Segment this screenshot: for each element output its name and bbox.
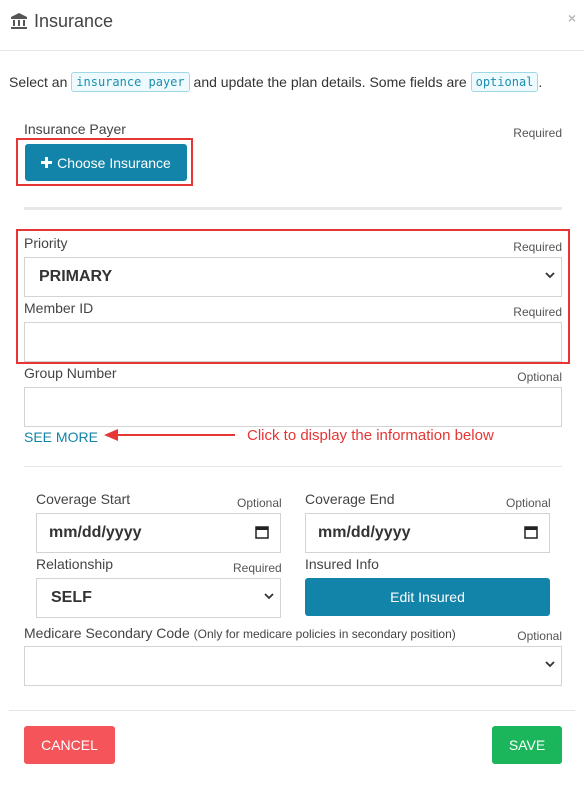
medicare-hint: (Only for medicare policies in secondary… [193,627,456,641]
group-number-label: Group Number [24,365,117,381]
medicare-label: Medicare Secondary Code (Only for medica… [24,625,456,641]
chevron-down-icon [545,272,555,279]
plus-icon [41,157,53,168]
choose-insurance-label: Choose Insurance [57,154,171,171]
intro-text: Select an insurance payer and update the… [9,72,542,92]
priority-value: PRIMARY [39,268,113,285]
relationship-value: SELF [51,589,92,606]
relationship-select[interactable]: SELF [36,578,281,618]
bank-icon [11,13,27,29]
coverage-start-value: mm/dd/yyyy [49,524,142,541]
insurance-payer-label: Insurance Payer [24,121,126,137]
member-id-required: Required [513,305,562,319]
choose-insurance-button[interactable]: Choose Insurance [25,144,187,181]
save-button[interactable]: SAVE [492,726,562,764]
priority-select[interactable]: PRIMARY [24,257,562,297]
coverage-start-label: Coverage Start [36,491,131,507]
insurance-payer-required: Required [513,126,562,140]
priority-required: Required [513,240,562,254]
annotation-text: Click to display the information below [247,427,494,444]
member-id-input[interactable] [24,322,562,362]
chevron-down-icon [264,593,274,600]
coverage-end-label: Coverage End [305,491,395,507]
close-icon[interactable]: × [568,10,576,26]
group-number-optional: Optional [517,370,562,384]
relationship-label: Relationship [36,556,114,572]
intro-part3: . [538,74,543,90]
intro-part1: Select an [9,74,72,90]
coverage-end-optional: Optional [506,496,551,510]
modal-title: Insurance [34,11,114,31]
edit-insured-label: Edit Insured [390,589,465,605]
section-divider-2 [24,466,562,467]
group-number-input[interactable] [24,387,562,427]
calendar-icon[interactable] [255,525,269,539]
calendar-icon[interactable] [524,525,538,539]
coverage-start-input[interactable]: mm/dd/yyyy [36,513,281,553]
section-divider [24,207,562,210]
footer-divider [9,710,575,711]
insured-info-label: Insured Info [305,556,379,572]
relationship-required: Required [233,561,282,575]
coverage-end-value: mm/dd/yyyy [318,524,411,541]
insurance-payer-tag: insurance payer [71,72,190,92]
chevron-down-icon [545,661,555,668]
member-id-label: Member ID [24,300,94,316]
medicare-label-text: Medicare Secondary Code [24,625,190,641]
coverage-end-input[interactable]: mm/dd/yyyy [305,513,550,553]
modal-header: Insurance × [0,0,584,51]
coverage-start-optional: Optional [237,496,282,510]
priority-label: Priority [24,235,68,251]
edit-insured-button[interactable]: Edit Insured [305,578,550,616]
medicare-optional: Optional [517,629,562,643]
medicare-select[interactable] [24,646,562,686]
arrow-left-icon [104,429,235,441]
cancel-button[interactable]: CANCEL [24,726,115,764]
optional-tag: optional [470,72,539,92]
intro-part2: and update the plan details. Some fields… [189,74,471,90]
see-more-link[interactable]: SEE MORE [24,429,98,445]
